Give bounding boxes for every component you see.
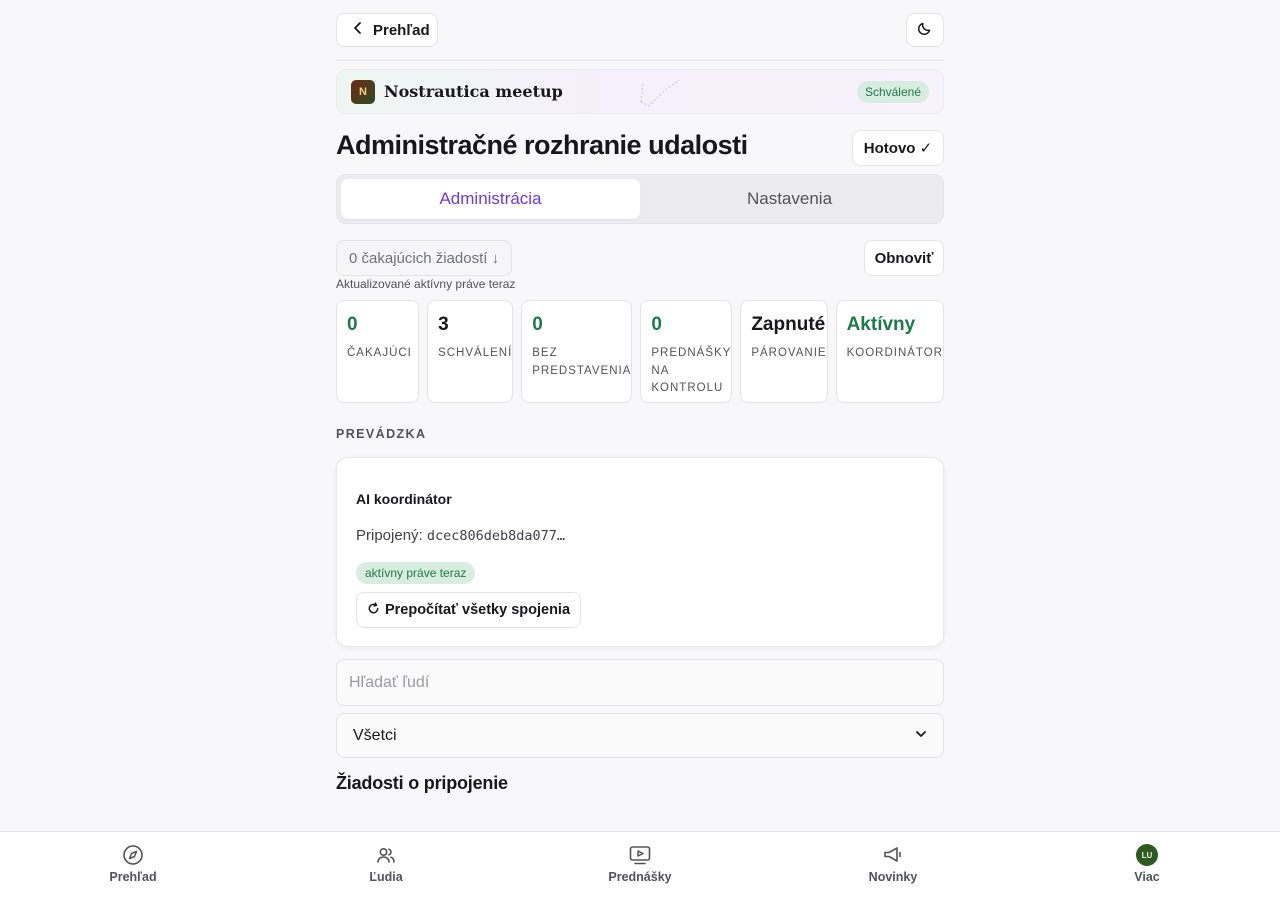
connected-id: dcec806deb8da077… <box>426 528 566 544</box>
header-divider <box>336 60 944 61</box>
tab-administration[interactable]: Administrácia <box>341 179 640 219</box>
avatar: LU <box>1136 844 1158 866</box>
stat-label: Prednášky na kontrolu <box>651 347 732 394</box>
nav-item-overview[interactable]: Prehľad <box>73 844 193 884</box>
nav-item-more[interactable]: LU Viac <box>1087 844 1207 884</box>
stat-card-pending: 0 Čakajúci <box>336 300 420 403</box>
nav-label: Prednášky <box>608 870 672 884</box>
event-banner: N Nostrautica meetup Schválené <box>336 69 944 114</box>
video-icon <box>629 844 651 866</box>
avatar-icon: LU <box>1136 844 1158 866</box>
people-icon <box>375 844 397 866</box>
recalculate-label: Prepočítať všetky spojenia <box>384 602 571 618</box>
nav-item-talks[interactable]: Prednášky <box>580 844 700 884</box>
done-button[interactable]: Hotovo ✓ <box>852 130 944 166</box>
back-button-label: Prehľad <box>373 21 430 39</box>
requests-heading: Žiadosti o pripojenie <box>336 773 508 793</box>
moon-icon <box>917 20 933 41</box>
nav-label: Viac <box>1134 870 1160 884</box>
tab-settings[interactable]: Nastavenia <box>640 179 939 219</box>
section-label-operations: PREVÁDZKA <box>336 427 427 441</box>
stat-value: Zapnuté <box>751 314 826 335</box>
stat-label: Koordinátor <box>846 347 943 359</box>
recalculate-connections-button[interactable]: Prepočítať všetky spojenia <box>356 592 581 628</box>
megaphone-icon <box>882 844 904 866</box>
back-button[interactable]: Prehľad <box>336 13 438 47</box>
stat-value: 0 <box>532 314 543 335</box>
active-badge: aktívny práve teraz <box>356 562 476 584</box>
card-title: AI koordinátor <box>356 491 452 507</box>
chevron-left-icon <box>351 21 365 39</box>
pending-requests-button[interactable]: 0 čakajúcich žiadostí ↓ <box>336 240 513 276</box>
nav-label: Prehľad <box>109 870 157 884</box>
stat-value: Aktívny <box>846 314 916 335</box>
stats-row: 0 Čakajúci 3 Schválení 0 Bez predstaveni… <box>336 300 944 403</box>
filter-selected-value: Všetci <box>353 726 397 744</box>
event-logo: N <box>351 79 375 104</box>
nav-label: Ľudia <box>369 870 403 884</box>
stat-card-matching: Zapnuté Párovanie <box>740 300 828 403</box>
chevron-down-icon <box>915 727 927 745</box>
nav-item-news[interactable]: Novinky <box>833 844 953 884</box>
people-filter-select[interactable]: Všetci <box>336 713 944 758</box>
stat-label: Párovanie <box>751 347 827 359</box>
event-name: Nostrautica meetup <box>384 82 563 101</box>
stat-card-approved: 3 Schválení <box>427 300 514 403</box>
compass-icon <box>122 844 144 866</box>
stat-label: Bez predstavenia <box>532 347 632 377</box>
page-title: Administračné rozhranie udalosti <box>336 130 748 160</box>
nav-item-people[interactable]: Ľudia <box>326 844 446 884</box>
event-status-badge: Schválené <box>856 81 929 103</box>
updated-status-text: Aktualizované aktívny práve teraz <box>336 277 516 291</box>
page: Prehľad N Nostrautica meetup Schválené A… <box>0 0 1280 900</box>
connection-status: Pripojený: dcec806deb8da077… <box>356 527 565 544</box>
nav-label: Novinky <box>868 870 918 884</box>
theme-toggle-button[interactable] <box>906 13 944 47</box>
stat-value: 0 <box>347 314 358 335</box>
stat-card-talks-review: 0 Prednášky na kontrolu <box>640 300 733 403</box>
connected-label: Pripojený: <box>356 527 423 544</box>
constellation-decoration <box>640 79 680 107</box>
stat-card-coordinator: Aktívny Koordinátor <box>835 300 944 403</box>
tab-bar: Administrácia Nastavenia <box>336 174 944 224</box>
stat-value: 3 <box>438 314 449 335</box>
top-bar: Prehľad <box>336 13 944 47</box>
bottom-navigation: Prehľad Ľudia Prednášky Novinky LU Viac <box>0 831 1280 900</box>
ai-coordinator-card: AI koordinátor Pripojený: dcec806deb8da0… <box>336 457 944 647</box>
stat-card-no-intro: 0 Bez predstavenia <box>521 300 633 403</box>
stat-value: 0 <box>651 314 662 335</box>
refresh-icon <box>367 601 380 619</box>
people-search-input[interactable] <box>336 659 944 706</box>
refresh-button[interactable]: Obnoviť <box>864 240 944 276</box>
stat-label: Čakajúci <box>347 347 412 359</box>
stat-label: Schválení <box>438 347 513 359</box>
